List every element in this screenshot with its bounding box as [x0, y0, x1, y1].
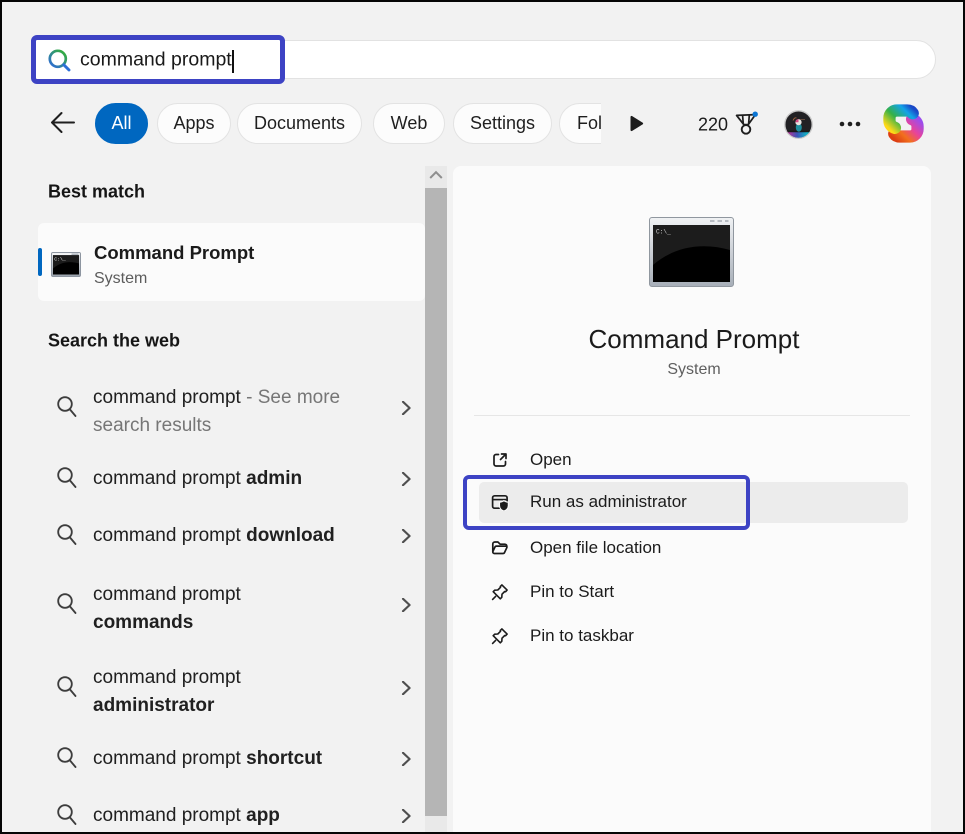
svg-text:C:\_: C:\_: [54, 257, 66, 263]
svg-text:C:\_: C:\_: [656, 229, 671, 236]
